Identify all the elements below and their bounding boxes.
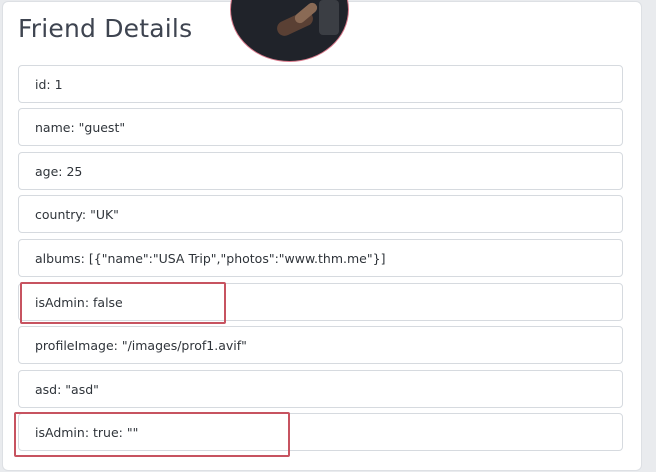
field-country: country: "UK" [18,195,623,233]
field-age: age: 25 [18,152,623,190]
field-id: id: 1 [18,65,623,103]
field-asd: asd: "asd" [18,370,623,408]
field-profile-image: profileImage: "/images/prof1.avif" [18,326,623,364]
page-title: Friend Details [18,14,193,43]
field-albums: albums: [{"name":"USA Trip","photos":"ww… [18,239,623,277]
profile-avatar [230,0,349,62]
field-name: name: "guest" [18,108,623,146]
field-isadmin: isAdmin: false [18,283,623,321]
avatar-photo-sleeve [319,0,339,35]
field-isadmin-true: isAdmin: true: "" [18,413,623,451]
friend-details-card: Friend Details id: 1 name: "guest" age: … [3,0,641,470]
